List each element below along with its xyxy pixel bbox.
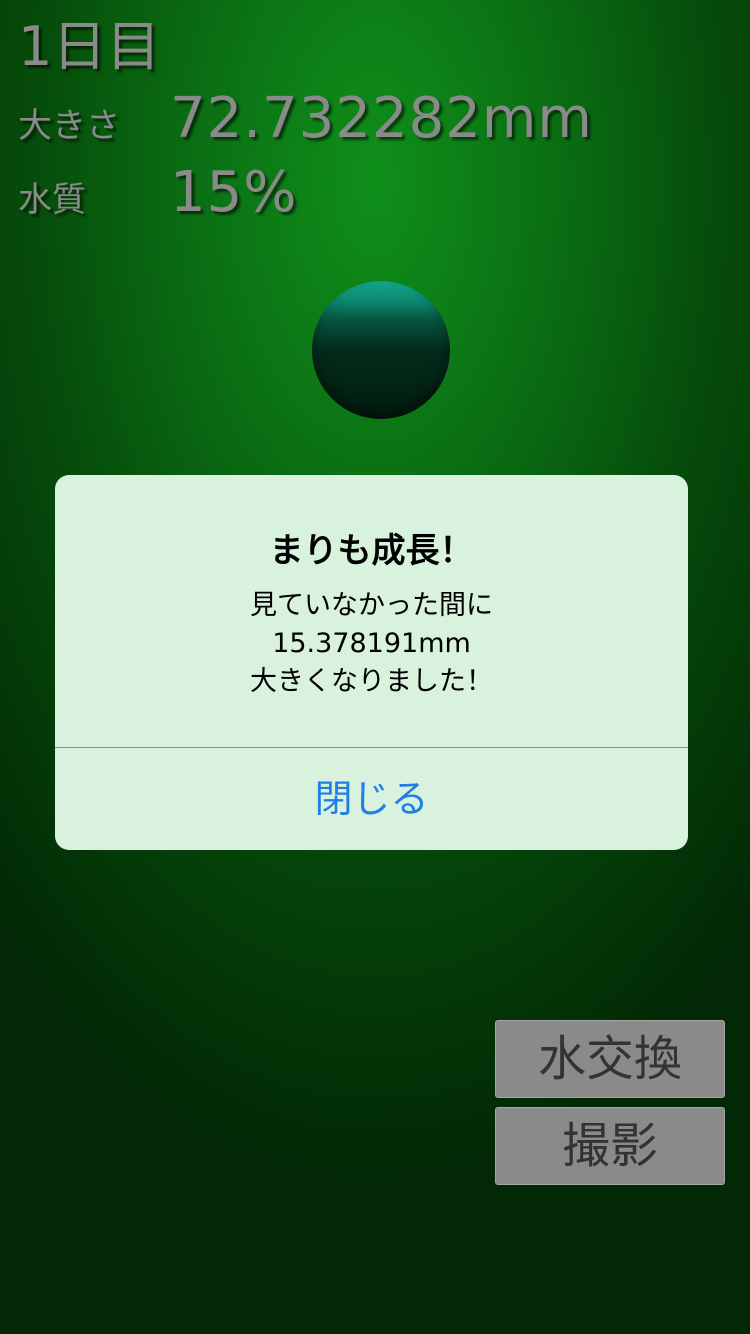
water-quality-label: 水質 [18,180,86,220]
marimo-ball[interactable] [312,281,450,419]
water-change-button[interactable]: 水交換 [495,1020,725,1098]
alert-message-line: 大きくなりました！ [250,666,493,697]
alert-message-line: 15.378191mm [272,628,471,659]
size-row: 大きさ 72.732282mm [18,86,593,151]
alert-message-line: 見ていなかった間に [250,590,493,621]
day-counter: 1日目 [18,15,161,78]
close-button[interactable]: 閉じる [55,748,688,850]
growth-alert-dialog: まりも成長！ 見ていなかった間に 15.378191mm 大きくなりました！ 閉… [55,475,688,850]
water-quality-value: 15% [170,160,298,225]
alert-title: まりも成長！ [269,531,474,571]
water-quality-row: 水質 15% [18,160,297,225]
size-label: 大きさ [18,106,120,146]
size-value: 72.732282mm [170,86,593,151]
photo-button[interactable]: 撮影 [495,1107,725,1185]
alert-message: 見ていなかった間に 15.378191mm 大きくなりました！ [55,587,688,701]
